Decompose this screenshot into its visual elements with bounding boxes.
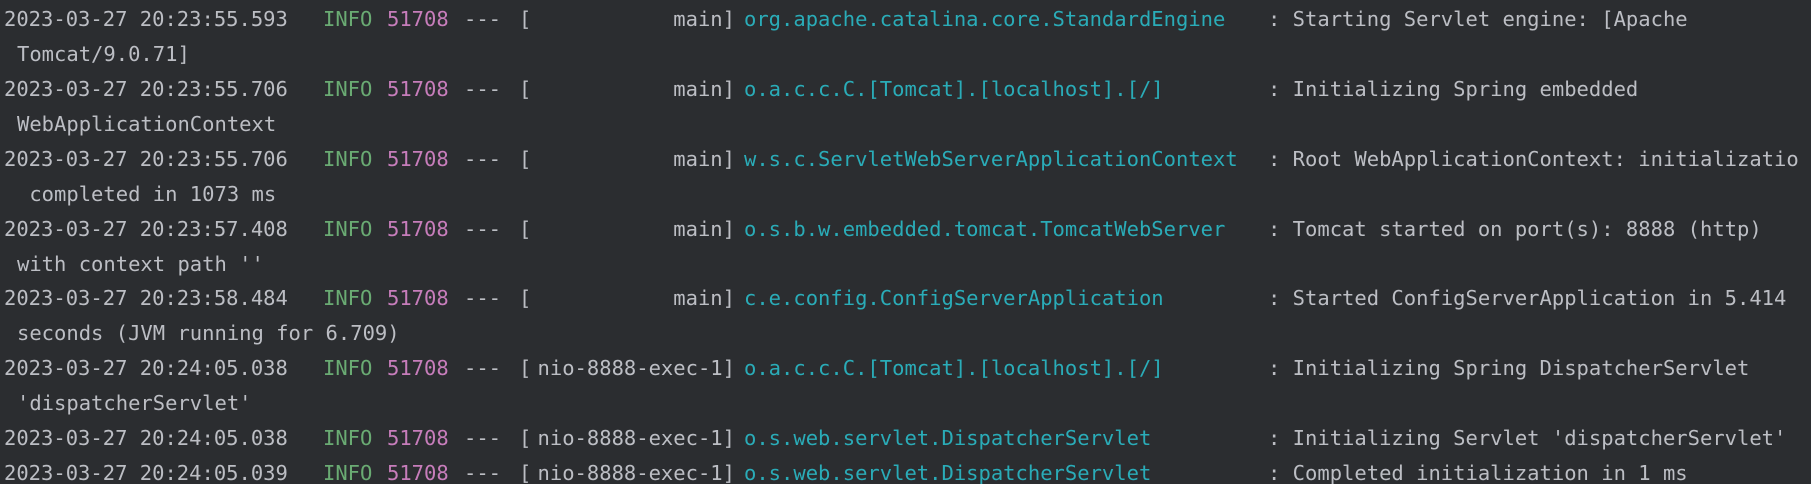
log-logger[interactable]: org.apache.catalina.core.StandardEngine <box>744 2 1225 37</box>
log-timestamp: 2023-03-27 20:24:05.038 <box>4 426 288 450</box>
thread-bracket-close: ] <box>722 356 735 380</box>
log-level: INFO <box>323 426 373 450</box>
log-timestamp: 2023-03-27 20:24:05.039 <box>4 461 288 484</box>
log-line: 2023-03-27 20:24:05.038 INFO 51708 ---[nio-… <box>4 421 1811 456</box>
log-level: INFO <box>323 286 373 310</box>
log-line: 2023-03-27 20:24:05.038 INFO 51708 ---[nio-… <box>4 351 1811 386</box>
log-timestamp: 2023-03-27 20:23:55.706 <box>4 147 288 171</box>
log-message: : Tomcat started on port(s): 8888 (http) <box>1268 217 1762 241</box>
log-level: INFO <box>323 461 373 484</box>
thread-bracket-close: ] <box>722 217 735 241</box>
log-thread-name: nio-8888-exec-1 <box>537 426 723 450</box>
log-logger[interactable]: c.e.config.ConfigServerApplication <box>744 281 1164 316</box>
log-separator: --- <box>464 286 502 310</box>
log-level: INFO <box>323 77 373 101</box>
log-thread: main] <box>673 281 735 316</box>
log-message-continuation: completed in 1073 ms <box>17 182 277 206</box>
log-pid: 51708 <box>387 286 449 310</box>
log-logger[interactable]: o.s.b.w.embedded.tomcat.TomcatWebServer <box>744 212 1225 247</box>
log-thread: main] <box>673 2 735 37</box>
log-thread: nio-8888-exec-1] <box>538 421 735 456</box>
log-message-continuation: seconds (JVM running for 6.709) <box>17 321 400 345</box>
log-thread-name: main <box>673 77 723 101</box>
log-message: : Root WebApplicationContext: initializa… <box>1268 147 1799 171</box>
log-level: INFO <box>323 217 373 241</box>
log-thread-name: nio-8888-exec-1 <box>537 461 723 484</box>
log-logger[interactable]: o.s.web.servlet.DispatcherServlet <box>744 456 1151 484</box>
log-pid: 51708 <box>387 147 449 171</box>
log-line: 2023-03-27 20:23:58.484 INFO 51708 ---[main… <box>4 281 1811 316</box>
log-level: INFO <box>323 147 373 171</box>
log-thread: main] <box>673 72 735 107</box>
log-line: 2023-03-27 20:23:57.408 INFO 51708 ---[main… <box>4 212 1811 247</box>
log-separator: --- <box>464 461 502 484</box>
log-timestamp: 2023-03-27 20:23:55.593 <box>4 7 288 31</box>
thread-bracket-close: ] <box>722 461 735 484</box>
log-pid: 51708 <box>387 356 449 380</box>
log-message: : Initializing Spring DispatcherServlet <box>1268 356 1750 380</box>
log-separator: --- <box>464 356 502 380</box>
thread-bracket-close: ] <box>722 7 735 31</box>
log-line: 2023-03-27 20:24:05.039 INFO 51708 ---[nio-… <box>4 456 1811 484</box>
thread-bracket-close: ] <box>722 77 735 101</box>
log-line: 2023-03-27 20:23:55.706 INFO 51708 ---[main… <box>4 72 1811 107</box>
log-thread: main] <box>673 212 735 247</box>
log-separator: --- <box>464 7 502 31</box>
log-logger[interactable]: o.a.c.c.C.[Tomcat].[localhost].[/] <box>744 351 1164 386</box>
log-logger[interactable]: o.s.web.servlet.DispatcherServlet <box>744 421 1151 456</box>
log-message-continuation: with context path '' <box>17 252 264 276</box>
thread-bracket-close: ] <box>722 147 735 171</box>
log-message-continuation: 'dispatcherServlet' <box>17 391 252 415</box>
log-thread: nio-8888-exec-1] <box>538 456 735 484</box>
log-message: : Initializing Spring embedded <box>1268 77 1639 101</box>
log-logger[interactable]: w.s.c.ServletWebServerApplicationContext <box>744 142 1238 177</box>
log-logger[interactable]: o.a.c.c.C.[Tomcat].[localhost].[/] <box>744 72 1164 107</box>
log-thread: main] <box>673 142 735 177</box>
log-timestamp: 2023-03-27 20:23:57.408 <box>4 217 288 241</box>
log-timestamp: 2023-03-27 20:24:05.038 <box>4 356 288 380</box>
log-message: : Started ConfigServerApplication in 5.4… <box>1268 286 1787 310</box>
log-separator: --- <box>464 426 502 450</box>
log-level: INFO <box>323 356 373 380</box>
log-thread-name: main <box>673 7 723 31</box>
log-pid: 51708 <box>387 217 449 241</box>
log-timestamp: 2023-03-27 20:23:58.484 <box>4 286 288 310</box>
log-timestamp: 2023-03-27 20:23:55.706 <box>4 77 288 101</box>
log-level: INFO <box>323 7 373 31</box>
thread-bracket-close: ] <box>722 426 735 450</box>
log-thread-name: nio-8888-exec-1 <box>537 356 723 380</box>
log-separator: --- <box>464 77 502 101</box>
log-separator: --- <box>464 217 502 241</box>
log-thread-name: main <box>673 286 723 310</box>
log-pid: 51708 <box>387 461 449 484</box>
log-thread-name: main <box>673 217 723 241</box>
log-line: 2023-03-27 20:23:55.593 INFO 51708 ---[main… <box>4 2 1811 37</box>
log-message-continuation: Tomcat/9.0.71] <box>17 42 190 66</box>
log-line: 2023-03-27 20:23:55.706 INFO 51708 ---[main… <box>4 142 1811 177</box>
thread-bracket-close: ] <box>722 286 735 310</box>
log-message: : Initializing Servlet 'dispatcherServle… <box>1268 426 1787 450</box>
log-message-continuation: WebApplicationContext <box>17 112 277 136</box>
console-output[interactable]: 2023-03-27 20:23:55.593 INFO 51708 ---[main… <box>0 0 1811 484</box>
log-thread: nio-8888-exec-1] <box>538 351 735 386</box>
log-pid: 51708 <box>387 426 449 450</box>
log-thread-name: main <box>673 147 723 171</box>
log-pid: 51708 <box>387 77 449 101</box>
log-separator: --- <box>464 147 502 171</box>
log-message: : Starting Servlet engine: [Apache <box>1268 7 1688 31</box>
log-pid: 51708 <box>387 7 449 31</box>
log-message: : Completed initialization in 1 ms <box>1268 461 1688 484</box>
